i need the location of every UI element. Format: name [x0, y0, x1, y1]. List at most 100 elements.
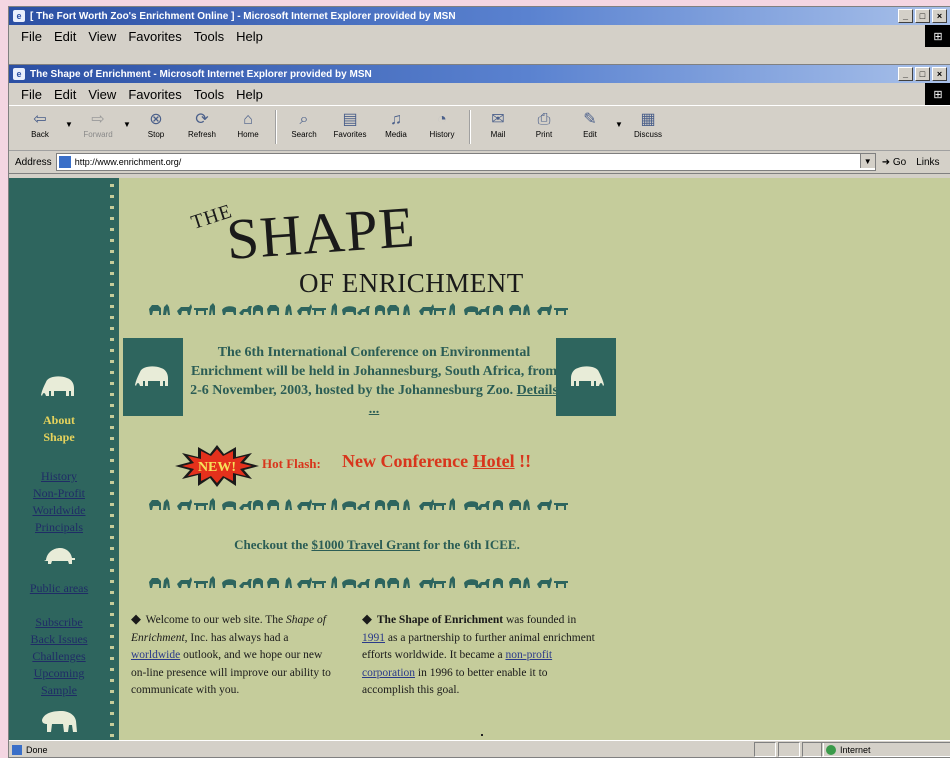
- edit-dropdown-icon[interactable]: ▼: [613, 120, 625, 129]
- maximize-icon[interactable]: □: [915, 67, 930, 81]
- worldwide-link[interactable]: worldwide: [131, 649, 180, 661]
- sidebar-link-subscribe[interactable]: Subscribe: [9, 614, 109, 631]
- media-button[interactable]: ♫ Media: [373, 106, 419, 139]
- animal-silhouette-icon: [331, 576, 337, 588]
- go-button[interactable]: ➜ Go: [882, 157, 907, 168]
- travel-grant-link[interactable]: $1000 Travel Grant: [311, 537, 420, 552]
- sidebar-public-link-wrap: Public areas: [9, 580, 109, 597]
- animal-silhouette-icon: [177, 304, 192, 315]
- refresh-button[interactable]: ⟳ Refresh: [179, 106, 225, 139]
- home-button[interactable]: ⌂ Home: [225, 106, 271, 139]
- animal-silhouette-icon: [493, 305, 503, 315]
- animal-silhouette-icon: [163, 304, 170, 315]
- animal-silhouette-icon: [342, 501, 356, 510]
- animal-silhouette-icon: [253, 500, 263, 510]
- menu-view[interactable]: View: [88, 87, 116, 102]
- hotel-link[interactable]: Hotel: [473, 451, 515, 471]
- links-button[interactable]: Links: [916, 157, 939, 168]
- status-text: Done: [26, 744, 48, 755]
- sidebar-link-challenges[interactable]: Challenges: [9, 648, 109, 665]
- front-window-menubar: File Edit View Favorites Tools Help ⊞: [9, 83, 950, 105]
- animal-frieze-decoration: [149, 303, 568, 315]
- print-button[interactable]: ⎙ Print: [521, 106, 567, 139]
- sidebar-link-principals[interactable]: Principals: [9, 519, 109, 536]
- animal-silhouette-icon: [554, 503, 568, 510]
- animal-silhouette-icon: [209, 576, 215, 588]
- address-dropdown-icon[interactable]: ▼: [859, 154, 875, 168]
- menu-file[interactable]: File: [21, 29, 42, 44]
- animal-silhouette-icon: [464, 306, 478, 315]
- mail-button[interactable]: ✉ Mail: [475, 106, 521, 139]
- favorites-button[interactable]: ▤ Favorites: [327, 106, 373, 139]
- logo-shape: SHAPE: [224, 193, 418, 273]
- logo-of-enrichment: OF ENRICHMENT: [299, 268, 524, 298]
- sidebar-link-back-issues[interactable]: Back Issues: [9, 631, 109, 648]
- edit-button[interactable]: ✎ Edit: [567, 106, 613, 139]
- film-strip-decoration: [110, 184, 114, 740]
- minimize-icon[interactable]: _: [898, 9, 913, 23]
- discuss-button[interactable]: ▦ Discuss: [625, 106, 671, 139]
- sidebar-link-upcoming[interactable]: Upcoming: [9, 665, 109, 682]
- animal-silhouette-icon: [285, 304, 292, 315]
- menu-view[interactable]: View: [88, 29, 116, 44]
- animal-silhouette-icon: [432, 308, 446, 315]
- close-icon[interactable]: ×: [932, 67, 947, 81]
- search-button[interactable]: ⌕ Search: [281, 106, 327, 139]
- sidebar-link-history[interactable]: History: [9, 468, 109, 485]
- windows-logo-icon: ⊞: [925, 83, 950, 105]
- sidebar-bottom-links: Subscribe Back Issues Challenges Upcomin…: [9, 614, 109, 699]
- toolbar-separator: [275, 110, 277, 144]
- front-window-titlebar[interactable]: e The Shape of Enrichment - Microsoft In…: [9, 65, 950, 83]
- menu-favorites[interactable]: Favorites: [128, 29, 181, 44]
- animal-silhouette-icon: [419, 499, 434, 510]
- year-1991-link[interactable]: 1991: [362, 632, 385, 644]
- menu-edit[interactable]: Edit: [54, 87, 76, 102]
- vertical-scrollbar[interactable]: [937, 178, 950, 740]
- address-input[interactable]: http://www.enrichment.org/ ▼: [55, 153, 876, 171]
- menu-edit[interactable]: Edit: [54, 29, 76, 44]
- menu-favorites[interactable]: Favorites: [128, 87, 181, 102]
- animal-silhouette-icon: [449, 576, 455, 588]
- animal-silhouette-icon: [523, 577, 530, 588]
- stop-icon: ⊗: [149, 111, 163, 128]
- menu-tools[interactable]: Tools: [194, 29, 224, 44]
- animal-silhouette-icon: [194, 581, 208, 588]
- animal-silhouette-icon: [285, 499, 292, 510]
- animal-silhouette-icon: [477, 579, 490, 588]
- animal-silhouette-icon: [403, 577, 410, 588]
- animal-silhouette-icon: [357, 579, 370, 588]
- status-cell: [778, 742, 800, 757]
- animal-silhouette-icon: [419, 304, 434, 315]
- minimize-icon[interactable]: _: [898, 67, 913, 81]
- animal-silhouette-icon: [523, 304, 530, 315]
- animal-silhouette-icon: [222, 501, 236, 510]
- sidebar-link-public-areas[interactable]: Public areas: [9, 580, 109, 597]
- menu-help[interactable]: Help: [236, 29, 263, 44]
- close-icon[interactable]: ×: [932, 9, 947, 23]
- elephant-icon: [123, 338, 183, 416]
- back-button[interactable]: ⇦ Back: [17, 106, 63, 139]
- address-url: http://www.enrichment.org/: [74, 157, 182, 167]
- menu-file[interactable]: File: [21, 87, 42, 102]
- history-button[interactable]: ◔ History: [419, 106, 465, 139]
- animal-silhouette-icon: [149, 500, 161, 510]
- go-arrow-icon: ➜: [881, 156, 891, 168]
- animal-silhouette-icon: [419, 577, 434, 588]
- animal-silhouette-icon: [375, 578, 385, 588]
- animal-silhouette-icon: [222, 579, 236, 588]
- media-icon: ♫: [390, 111, 402, 128]
- back-window-titlebar[interactable]: e [ The Fort Worth Zoo's Enrichment Onli…: [9, 7, 950, 25]
- sidebar-section-label: About Shape: [42, 413, 75, 444]
- forward-button[interactable]: ⇨ Forward: [75, 106, 121, 139]
- menu-help[interactable]: Help: [236, 87, 263, 102]
- edit-icon: ✎: [583, 111, 597, 128]
- sidebar-link-non-profit[interactable]: Non-Profit: [9, 485, 109, 502]
- sidebar-link-sample[interactable]: Sample: [9, 682, 109, 699]
- stop-button[interactable]: ⊗ Stop: [133, 106, 179, 139]
- animal-silhouette-icon: [464, 501, 478, 510]
- maximize-icon[interactable]: □: [915, 9, 930, 23]
- menu-tools[interactable]: Tools: [194, 87, 224, 102]
- sidebar-link-worldwide[interactable]: Worldwide: [9, 502, 109, 519]
- back-dropdown-icon[interactable]: ▼: [63, 120, 75, 129]
- forward-dropdown-icon[interactable]: ▼: [121, 120, 133, 129]
